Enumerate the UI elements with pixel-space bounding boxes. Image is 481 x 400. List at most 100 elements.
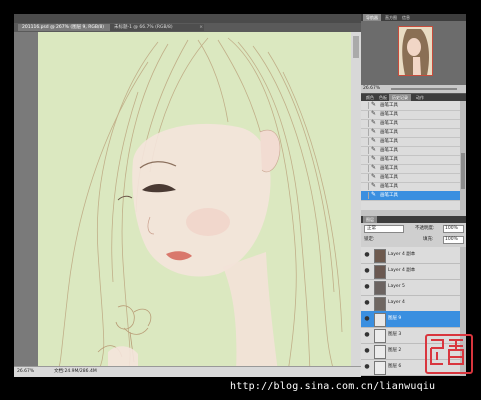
history-snapshot-checkbox[interactable] bbox=[362, 174, 369, 181]
blend-mode-select[interactable]: 正常 bbox=[364, 225, 404, 233]
tab-histogram[interactable]: 直方图 bbox=[382, 14, 400, 21]
layer-name: Layer 4 bbox=[388, 300, 405, 305]
portrait-illustration bbox=[57, 37, 343, 372]
vertical-scrollbar[interactable] bbox=[351, 32, 361, 368]
history-panel: ✎ 画笔工具 ✎ 画笔工具 ✎ 画笔工具 ✎ 画笔工具 ✎ 画笔工具 ✎ 画笔工具 ✎ 画笔工具 ✎ 画笔工具… bbox=[361, 101, 466, 210]
status-bar: 26.67% 文档:24.9M/286.4M bbox=[14, 366, 361, 377]
navigator-zoom-row: 26.67% bbox=[361, 85, 466, 93]
opacity-input[interactable]: 100% bbox=[443, 225, 464, 233]
fill-input[interactable]: 100% bbox=[443, 236, 464, 244]
history-scrollbar[interactable] bbox=[460, 101, 466, 210]
layer-options: 正常 不透明度: 100% 锁定: 填充: 100% bbox=[361, 223, 466, 247]
document-tab-label: 201116.psd @ 267% (图层 9, RGB/8) bbox=[22, 25, 105, 30]
layer-thumbnail bbox=[374, 313, 386, 327]
visibility-eye-icon[interactable]: ● bbox=[362, 361, 372, 373]
zoom-level[interactable]: 26.67% bbox=[17, 368, 34, 376]
brush-icon: ✎ bbox=[371, 119, 377, 126]
history-snapshot-checkbox[interactable] bbox=[362, 102, 369, 109]
history-panel-tabs: 颜色 色板 历史记录 动作 bbox=[361, 94, 466, 101]
layer-name: Layer 5 bbox=[388, 284, 405, 289]
layer-thumbnail bbox=[374, 249, 386, 263]
layer-thumbnail bbox=[374, 345, 386, 359]
layer-name: 图层 6 bbox=[388, 364, 402, 369]
layer-row[interactable]: ● Layer 4 副本 bbox=[361, 263, 460, 280]
navigator-panel-tabs: 导航器 直方图 信息 bbox=[361, 14, 466, 21]
document-tab-bar: 201116.psd @ 267% (图层 9, RGB/8) × 未标题-1 … bbox=[14, 23, 361, 32]
photoshop-window: 201116.psd @ 267% (图层 9, RGB/8) × 未标题-1 … bbox=[14, 14, 466, 377]
close-icon[interactable]: × bbox=[199, 24, 203, 31]
brush-icon: ✎ bbox=[371, 110, 377, 117]
document-size[interactable]: 文档:24.9M/286.4M bbox=[54, 368, 97, 376]
layer-row[interactable]: ● Layer 4 bbox=[361, 295, 460, 312]
history-item-label: 画笔工具 bbox=[380, 166, 398, 171]
tab-history[interactable]: 历史记录 bbox=[389, 94, 411, 101]
history-item-label: 画笔工具 bbox=[380, 139, 398, 144]
visibility-eye-icon[interactable]: ● bbox=[362, 297, 372, 309]
watermark-url: http://blog.sina.com.cn/lianwuqiu bbox=[230, 381, 436, 392]
history-snapshot-checkbox[interactable] bbox=[362, 111, 369, 118]
navigator-zoom-value[interactable]: 26.67% bbox=[363, 85, 380, 93]
brush-icon: ✎ bbox=[371, 173, 377, 180]
history-item-label: 画笔工具 bbox=[380, 193, 398, 198]
panel-dock: 导航器 直方图 信息 26.67% 颜色 色板 历史记录 动作 ✎ 画笔工具 ✎… bbox=[361, 14, 466, 376]
layer-row[interactable]: ● Layer 5 bbox=[361, 279, 460, 296]
layer-thumbnail bbox=[374, 265, 386, 279]
history-snapshot-checkbox[interactable] bbox=[362, 120, 369, 127]
history-item[interactable]: ✎ 画笔工具 bbox=[361, 191, 466, 201]
visibility-eye-icon[interactable]: ● bbox=[362, 313, 372, 325]
layer-row[interactable]: ● 图层 9 bbox=[361, 311, 460, 328]
history-snapshot-checkbox[interactable] bbox=[362, 165, 369, 172]
brush-icon: ✎ bbox=[371, 128, 377, 135]
visibility-eye-icon[interactable]: ● bbox=[362, 329, 372, 341]
layers-panel-tabs: 图层 bbox=[361, 216, 466, 223]
history-snapshot-checkbox[interactable] bbox=[362, 147, 369, 154]
visibility-eye-icon[interactable]: ● bbox=[362, 281, 372, 293]
fill-label: 填充: bbox=[423, 237, 434, 242]
visibility-eye-icon[interactable]: ● bbox=[362, 249, 372, 261]
zoom-slider[interactable] bbox=[391, 88, 457, 90]
opacity-label: 不透明度: bbox=[415, 226, 435, 231]
brush-icon: ✎ bbox=[371, 146, 377, 153]
visibility-eye-icon[interactable]: ● bbox=[362, 345, 372, 357]
canvas-painting[interactable] bbox=[38, 32, 352, 372]
tab-swatches[interactable]: 色板 bbox=[376, 94, 390, 101]
history-snapshot-checkbox[interactable] bbox=[362, 129, 369, 136]
navigator-preview[interactable] bbox=[398, 26, 433, 76]
brush-icon: ✎ bbox=[371, 164, 377, 171]
history-item-label: 画笔工具 bbox=[380, 103, 398, 108]
tab-info[interactable]: 信息 bbox=[399, 14, 413, 21]
tab-color[interactable]: 颜色 bbox=[363, 94, 377, 101]
history-snapshot-checkbox[interactable] bbox=[362, 183, 369, 190]
layer-name: Layer 4 副本 bbox=[388, 268, 416, 273]
history-snapshot-checkbox[interactable] bbox=[362, 192, 369, 199]
layer-row[interactable]: ● Layer 4 副本 bbox=[361, 247, 460, 264]
brush-icon: ✎ bbox=[371, 155, 377, 162]
brush-icon: ✎ bbox=[371, 137, 377, 144]
tab-navigator[interactable]: 导航器 bbox=[363, 14, 381, 21]
layer-thumbnail bbox=[374, 329, 386, 343]
document-tab-active[interactable]: 201116.psd @ 267% (图层 9, RGB/8) × bbox=[18, 24, 114, 31]
layer-thumbnail bbox=[374, 361, 386, 375]
seal-glyphs bbox=[430, 339, 464, 365]
lock-label: 锁定: bbox=[364, 237, 375, 242]
layer-thumbnail bbox=[374, 281, 386, 295]
scrollbar-thumb[interactable] bbox=[353, 36, 359, 58]
layer-name: 图层 9 bbox=[388, 316, 402, 321]
history-snapshot-checkbox[interactable] bbox=[362, 156, 369, 163]
visibility-eye-icon[interactable]: ● bbox=[362, 265, 372, 277]
history-item-label: 画笔工具 bbox=[380, 175, 398, 180]
history-snapshot-checkbox[interactable] bbox=[362, 138, 369, 145]
navigator-panel bbox=[361, 21, 466, 85]
history-item-label: 画笔工具 bbox=[380, 121, 398, 126]
history-item-label: 画笔工具 bbox=[380, 112, 398, 117]
scrollbar-thumb[interactable] bbox=[461, 153, 465, 189]
document-tab[interactable]: 未标题-1 @ 66.7% (RGB/8) × bbox=[110, 24, 204, 31]
brush-icon: ✎ bbox=[371, 191, 377, 198]
brush-icon: ✎ bbox=[371, 182, 377, 189]
canvas-area[interactable] bbox=[14, 32, 361, 372]
tab-layers[interactable]: 图层 bbox=[363, 216, 377, 223]
artist-seal bbox=[425, 334, 473, 374]
layer-name: 图层 3 bbox=[388, 332, 402, 337]
title-bar bbox=[14, 14, 361, 23]
tab-actions[interactable]: 动作 bbox=[413, 94, 427, 101]
